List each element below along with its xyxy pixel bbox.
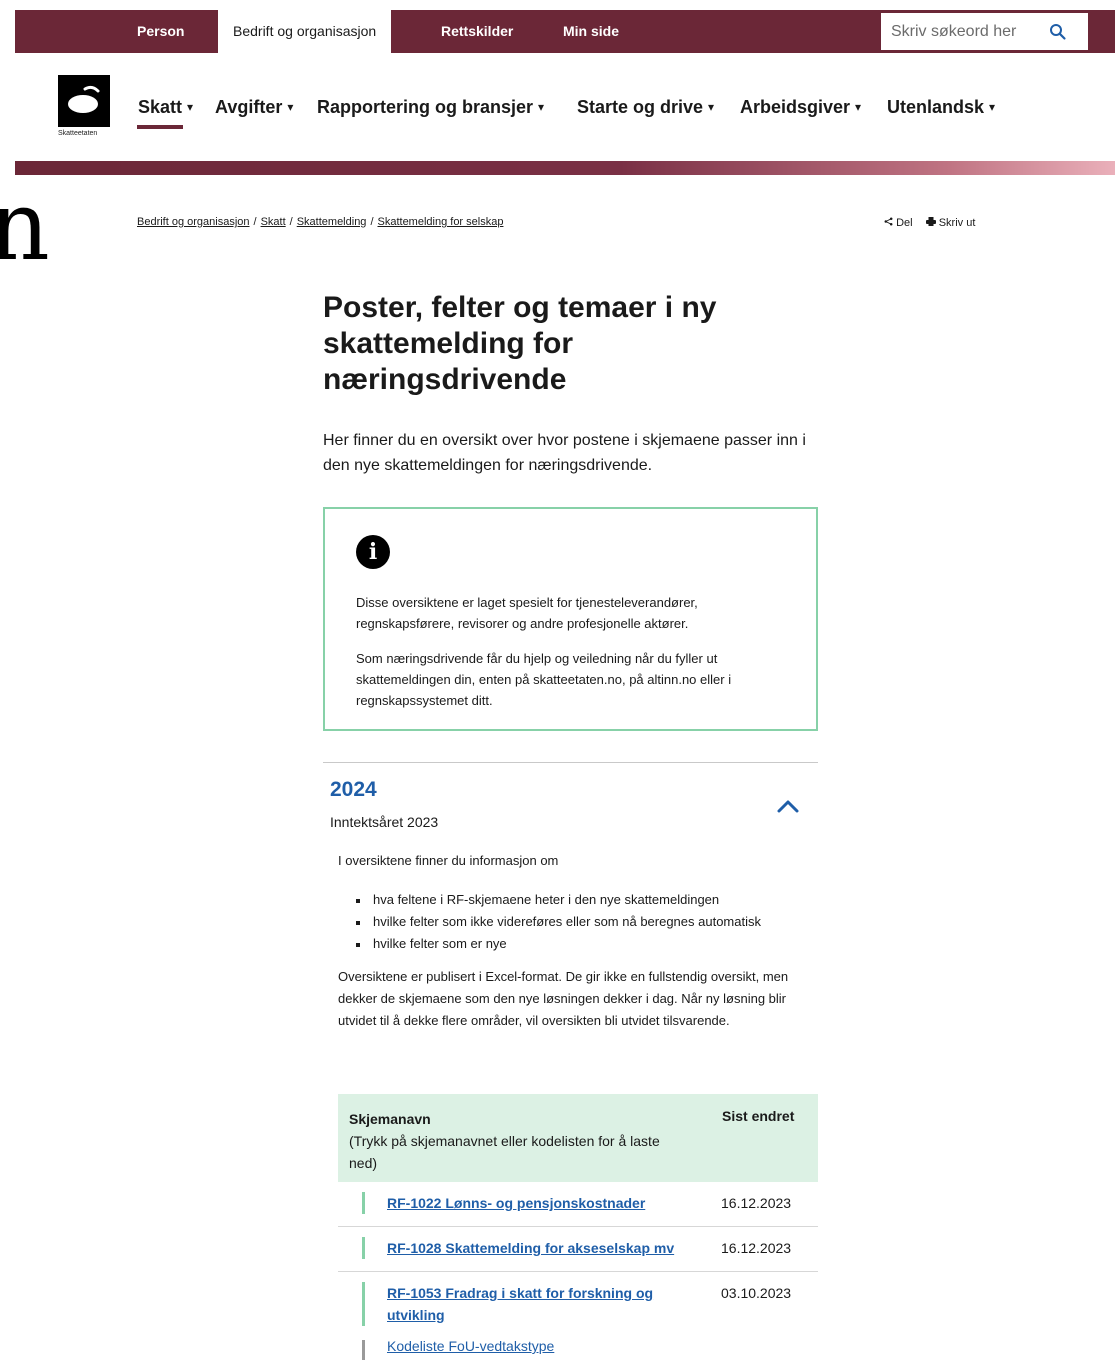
chevron-down-icon: ▾ xyxy=(187,100,194,114)
chevron-down-icon: ▾ xyxy=(287,100,294,114)
chevron-down-icon: ▾ xyxy=(538,100,545,114)
column-header-name-label: Skjemanavn xyxy=(349,1111,431,1127)
page-tools: Del Skriv ut xyxy=(884,217,985,229)
nav-arbeidsgiver[interactable]: Arbeidsgiver ▾ xyxy=(740,97,861,118)
breadcrumb-skatt[interactable]: Skatt xyxy=(261,216,286,228)
row-accent-bar xyxy=(362,1237,365,1259)
codelist-link-fou-vedtakstype[interactable]: Kodeliste FoU-vedtakstype xyxy=(387,1338,554,1354)
list-item: hvilke felter som er nye xyxy=(356,933,816,955)
nav-skatt-label: Skatt xyxy=(138,97,183,117)
print-button[interactable]: Skriv ut xyxy=(925,217,976,229)
table-row: RF-1022 Lønns- og pensjonskostnader 16.1… xyxy=(338,1182,818,1227)
info-paragraph-2: Som næringsdrivende får du hjelp og veil… xyxy=(356,651,732,708)
header-gradient-bar xyxy=(15,161,1115,175)
row-accent-bar xyxy=(362,1282,365,1326)
table-row: RF-1028 Skattemelding for akseselskap mv… xyxy=(338,1227,818,1272)
column-header-name: Skjemanavn (Trykk på skjemanavnet eller … xyxy=(349,1108,689,1174)
search-box xyxy=(881,13,1088,50)
tab-min-side[interactable]: Min side xyxy=(563,10,619,53)
table-header: Skjemanavn (Trykk på skjemanavnet eller … xyxy=(338,1094,818,1182)
chevron-down-icon: ▾ xyxy=(855,100,862,114)
share-label: Del xyxy=(896,217,913,229)
tab-rettskilder[interactable]: Rettskilder xyxy=(441,10,513,53)
tab-person[interactable]: Person xyxy=(137,10,184,53)
nav-utenlandsk-label: Utenlandsk xyxy=(887,97,985,117)
page-lede: Her finner du en oversikt over hvor post… xyxy=(323,432,806,474)
top-bar: Person Bedrift og organisasjon Rettskild… xyxy=(15,10,1115,53)
row-accent-bar xyxy=(362,1192,365,1214)
nav-active-indicator xyxy=(137,125,183,129)
search-input[interactable] xyxy=(891,13,1041,50)
breadcrumb-separator: / xyxy=(253,216,257,228)
nav-skatt[interactable]: Skatt ▾ xyxy=(138,97,193,118)
nav-starte-og-drive[interactable]: Starte og drive ▾ xyxy=(577,97,714,118)
accordion-title-year[interactable]: 2024 xyxy=(330,778,377,802)
nav-avgifter[interactable]: Avgifter ▾ xyxy=(215,97,293,118)
nav-starte-label: Starte og drive xyxy=(577,97,704,117)
accordion-intro: I oversiktene finner du informasjon om xyxy=(338,853,559,868)
row-date: 16.12.2023 xyxy=(721,1240,792,1256)
column-header-name-note: (Trykk på skjemanavnet eller kodelisten … xyxy=(349,1133,660,1171)
row-date: 03.10.2023 xyxy=(721,1285,792,1301)
row-date: 16.12.2023 xyxy=(721,1195,792,1211)
chevron-down-icon: ▾ xyxy=(708,100,715,114)
nav-avgifter-label: Avgifter xyxy=(215,97,283,117)
breadcrumb: Bedrift og organisasjon / Skatt / Skattemeld… xyxy=(137,216,503,228)
forms-table: Skjemanavn (Trykk på skjemanavnet eller … xyxy=(338,1094,818,1366)
form-link-rf-1053[interactable]: RF-1053 Fradrag i skatt for forskning og… xyxy=(387,1282,687,1326)
chevron-down-icon: ▾ xyxy=(989,100,996,114)
accordion-bullet-list: hva feltene i RF-skjemaene heter i den n… xyxy=(356,889,816,955)
nav-arbeidsgiver-label: Arbeidsgiver xyxy=(740,97,851,117)
breadcrumb-separator: / xyxy=(289,216,293,228)
print-icon xyxy=(925,217,936,226)
cropped-edge-glyph: n xyxy=(0,170,50,282)
nav-rapportering-label: Rapportering og bransjer xyxy=(317,97,534,117)
tab-bedrift-og-organisasjon[interactable]: Bedrift og organisasjon xyxy=(218,10,392,53)
logo-emblem-icon xyxy=(68,85,100,113)
nav-utenlandsk[interactable]: Utenlandsk ▾ xyxy=(887,97,995,118)
nav-rapportering-og-bransjer[interactable]: Rapportering og bransjer ▾ xyxy=(317,97,544,118)
form-link-rf-1028[interactable]: RF-1028 Skattemelding for akseselskap mv xyxy=(387,1237,687,1259)
accordion-divider xyxy=(323,762,818,763)
table-row: RF-1053 Fradrag i skatt for forskning og… xyxy=(338,1272,818,1330)
accordion-subtitle: Inntektsåret 2023 xyxy=(330,814,439,830)
info-icon: i xyxy=(356,535,390,569)
logo-caption: Skatteetaten xyxy=(58,130,98,137)
accordion-paragraph: Oversiktene er publisert i Excel-format.… xyxy=(338,969,789,1028)
logo-mark xyxy=(58,75,110,127)
breadcrumb-separator: / xyxy=(370,216,374,228)
breadcrumb-skattemelding-for-selskap[interactable]: Skattemelding for selskap xyxy=(378,216,504,228)
print-label: Skriv ut xyxy=(938,217,976,229)
page-title: Poster, felter og temaer i ny skattemeld… xyxy=(323,291,717,396)
skatteetaten-logo[interactable]: Skatteetaten xyxy=(58,75,110,139)
info-box: i Disse oversiktene er laget spesielt fo… xyxy=(323,507,818,731)
sub-row-bar xyxy=(362,1340,365,1360)
share-button[interactable]: Del xyxy=(884,217,913,229)
list-item: hvilke felter som ikke videreføres eller… xyxy=(356,911,816,933)
table-sub-row: Kodeliste FoU-vedtakstype xyxy=(338,1330,818,1366)
form-link-rf-1022[interactable]: RF-1022 Lønns- og pensjonskostnader xyxy=(387,1192,687,1214)
column-header-date: Sist endret xyxy=(722,1108,795,1124)
info-paragraph-1: Disse oversiktene er laget spesielt for … xyxy=(356,595,698,631)
search-icon[interactable] xyxy=(1049,23,1067,41)
share-icon xyxy=(884,217,893,226)
breadcrumb-bedrift[interactable]: Bedrift og organisasjon xyxy=(137,216,250,228)
breadcrumb-skattemelding[interactable]: Skattemelding xyxy=(297,216,367,228)
chevron-up-icon[interactable] xyxy=(776,798,800,814)
list-item: hva feltene i RF-skjemaene heter i den n… xyxy=(356,889,816,911)
